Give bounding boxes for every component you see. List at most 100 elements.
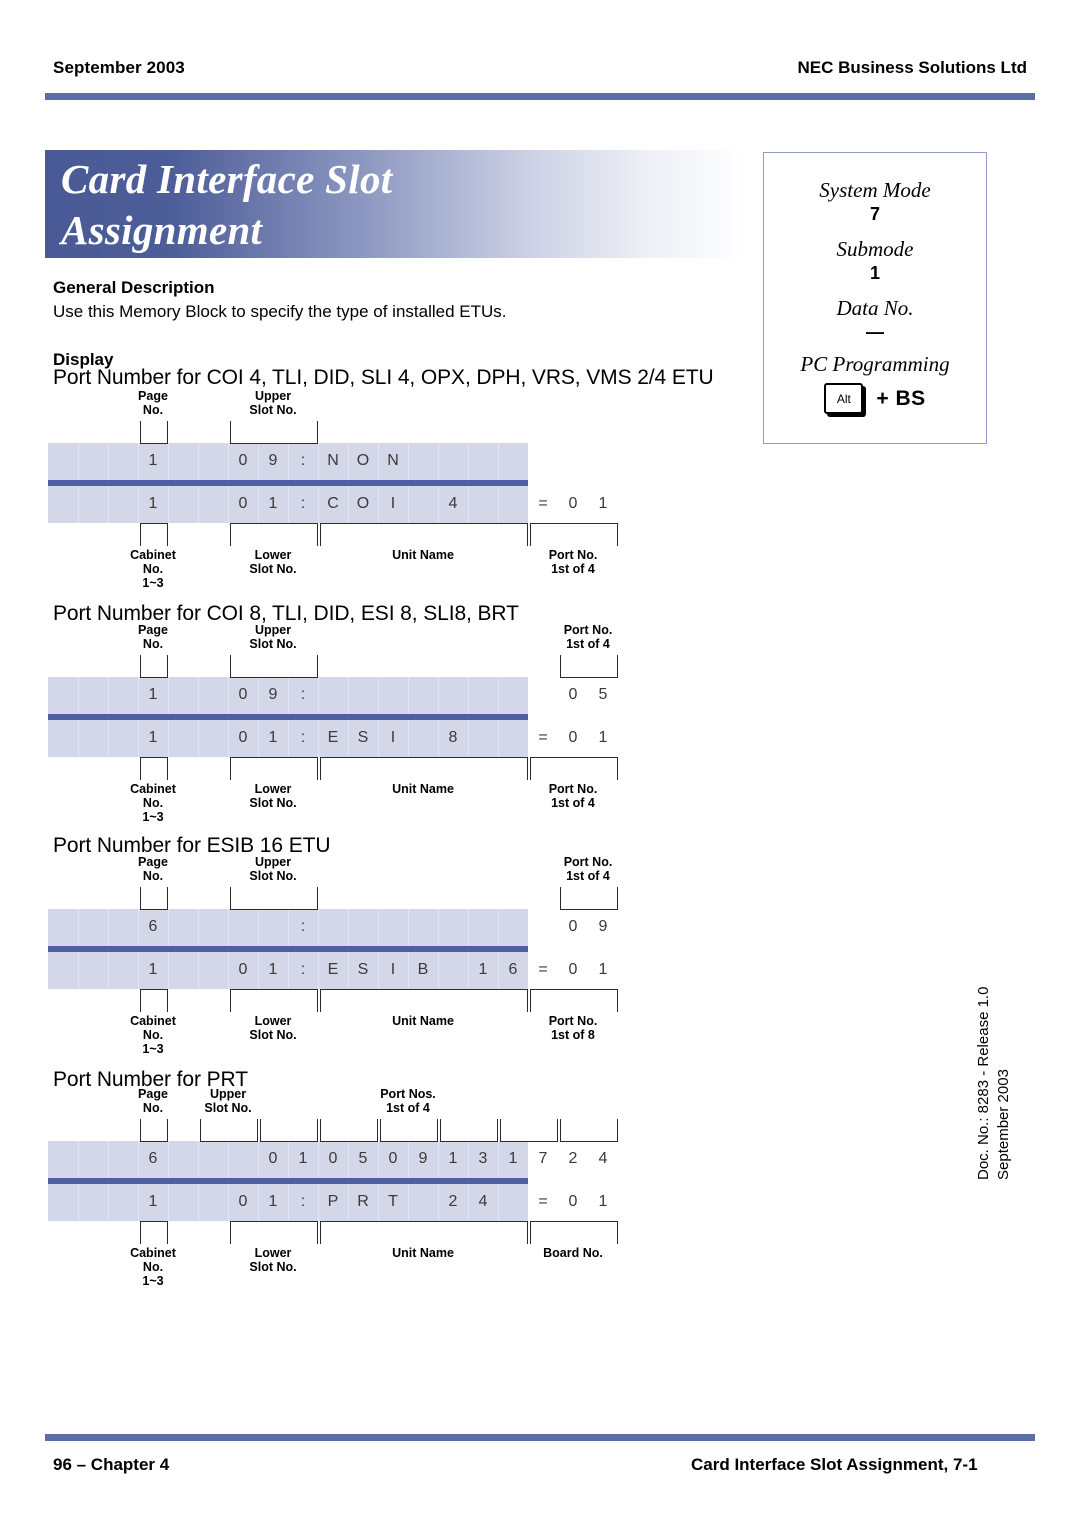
diagram-label: Page No. — [138, 855, 168, 883]
lcd-character: 0 — [238, 452, 248, 469]
bracket — [140, 523, 168, 546]
lcd-character: 1 — [268, 1193, 278, 1210]
lcd-character: I — [390, 729, 396, 746]
bracket — [140, 1221, 168, 1244]
page-title-line1: Card Interface Slot — [61, 156, 393, 202]
bracket — [320, 989, 528, 1012]
lcd-character: = — [538, 729, 548, 746]
header-date: September 2003 — [53, 58, 185, 77]
diagram-label: Port No. 1st of 4 — [563, 855, 613, 883]
lcd-character: E — [327, 729, 339, 746]
bracket — [530, 1221, 618, 1244]
lcd-character: 7 — [538, 1150, 548, 1167]
bracket — [440, 1119, 498, 1142]
lcd-character: B — [417, 961, 429, 978]
lcd-row-divider — [48, 480, 528, 486]
lcd-character: 1 — [148, 1193, 158, 1210]
diagram-label: Cabinet No. 1~3 — [130, 1246, 176, 1288]
diagram-label: Port No. 1st of 4 — [563, 623, 613, 651]
lcd-character: 9 — [268, 452, 278, 469]
document-page: September 2003 NEC Business Solutions Lt… — [0, 0, 1080, 1528]
bracket — [230, 989, 318, 1012]
lcd-character: 0 — [568, 495, 578, 512]
lcd-character: E — [327, 961, 339, 978]
lcd-character: 4 — [598, 1150, 608, 1167]
doc-id-sidebar: Doc. No.: 8283 - Release 1.0 September 2… — [974, 950, 1012, 1180]
pc-programming-label: PC Programming — [800, 352, 950, 376]
lcd-character: 2 — [568, 1150, 578, 1167]
bracket — [530, 523, 618, 546]
diagram-label: Cabinet No. 1~3 — [130, 548, 176, 590]
bracket — [380, 1119, 438, 1142]
lcd-character: 0 — [238, 729, 248, 746]
diagram-label: Unit Name — [392, 1246, 454, 1260]
lcd-character: 0 — [268, 1150, 278, 1167]
diagram-label: Page No. — [138, 623, 168, 651]
lcd-character: 0 — [568, 1193, 578, 1210]
lcd-character: 0 — [238, 961, 248, 978]
diagram-label: Board No. — [543, 1246, 603, 1260]
lcd-character: 1 — [478, 961, 488, 978]
bracket — [500, 1119, 558, 1142]
lcd-character: 9 — [598, 918, 608, 935]
lcd-character: 9 — [268, 686, 278, 703]
lcd-character: 0 — [388, 1150, 398, 1167]
diagram-label: Unit Name — [392, 782, 454, 796]
general-description-text: Use this Memory Block to specify the typ… — [53, 302, 507, 321]
lcd-character: 1 — [148, 686, 158, 703]
lcd-character: 1 — [148, 961, 158, 978]
lcd-character: 1 — [268, 961, 278, 978]
diagram-label: Upper Slot No. — [249, 389, 297, 417]
key-combo-label: + BS — [876, 386, 926, 410]
bracket — [230, 757, 318, 780]
page-title: Card Interface Slot Assignment — [61, 154, 392, 256]
lcd-display: 6: 0 9 1 0 1: E S I B 1 6 = 0 1 — [48, 909, 607, 989]
page-title-line2: Assignment — [61, 207, 263, 253]
system-mode-label: System Mode — [819, 178, 931, 202]
lcd-character: = — [538, 1193, 548, 1210]
bracket — [140, 887, 168, 910]
lcd-character: : — [300, 686, 306, 703]
lcd-character: 8 — [448, 729, 458, 746]
diagram-label: Port No. 1st of 4 — [548, 782, 598, 810]
lcd-character: O — [356, 452, 370, 469]
diagram-label: Upper Slot No. — [249, 623, 297, 651]
header-company: NEC Business Solutions Ltd — [797, 58, 1027, 77]
lcd-character: 4 — [478, 1193, 488, 1210]
diagram-label: Port No. 1st of 8 — [548, 1014, 598, 1042]
lcd-character: N — [387, 452, 399, 469]
bracket — [320, 757, 528, 780]
lcd-character: 1 — [148, 495, 158, 512]
pc-programming-shortcut: Alt + BS — [764, 383, 986, 414]
lcd-character: 5 — [598, 686, 608, 703]
bracket — [320, 1221, 528, 1244]
bracket — [140, 655, 168, 678]
bracket — [560, 655, 618, 678]
title-banner: Card Interface Slot Assignment — [45, 150, 745, 258]
bracket — [320, 523, 528, 546]
lcd-character: 3 — [478, 1150, 488, 1167]
lcd-character: P — [327, 1193, 339, 1210]
bracket — [200, 1119, 258, 1142]
lcd-character: S — [357, 729, 369, 746]
bracket — [560, 887, 618, 910]
diagram-label: Unit Name — [392, 1014, 454, 1028]
mode-reference-box: System Mode 7 Submode 1 Data No. — PC Pr… — [763, 152, 987, 444]
bracket — [530, 757, 618, 780]
lcd-character: I — [390, 495, 396, 512]
bracket — [230, 655, 318, 678]
lcd-character: = — [538, 961, 548, 978]
lcd-character: I — [390, 961, 396, 978]
lcd-character: : — [300, 495, 306, 512]
diagram-label: Cabinet No. 1~3 — [130, 1014, 176, 1056]
bracket — [320, 1119, 378, 1142]
data-no-label: Data No. — [836, 296, 914, 320]
lcd-character: 2 — [448, 1193, 458, 1210]
bracket — [140, 421, 168, 444]
lcd-character: 1 — [148, 729, 158, 746]
diagram-label: Upper Slot No. — [249, 855, 297, 883]
footer-rule — [45, 1434, 1035, 1441]
header-rule — [45, 93, 1035, 100]
diagram-label: Page No. — [138, 1087, 168, 1115]
doc-id-line1: Doc. No.: 8283 - Release 1.0 — [975, 986, 992, 1180]
